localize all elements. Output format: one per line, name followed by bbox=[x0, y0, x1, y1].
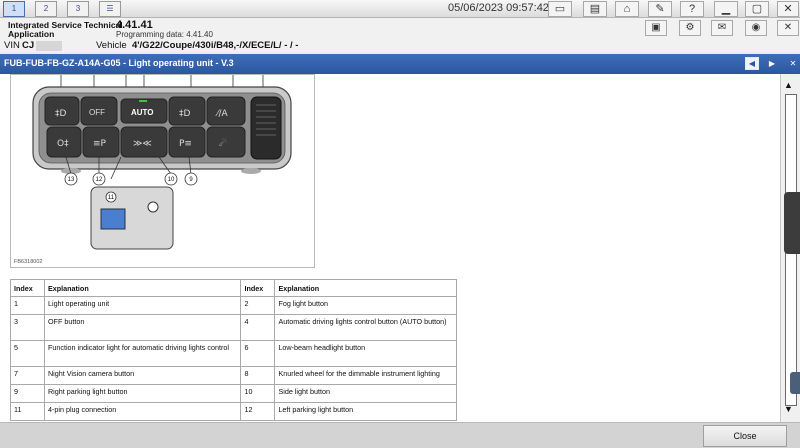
header-index: Index bbox=[240, 279, 276, 297]
document-title: FUB-FUB-FB-GZ-A14A-G05 - Light operating… bbox=[4, 58, 234, 68]
settings-gear-icon[interactable]: ⚙ bbox=[679, 20, 701, 36]
table-row: 1 Light operating unit 2 Fog light butto… bbox=[10, 296, 457, 315]
table-row: 7 Night Vision camera button 8 Knurled w… bbox=[10, 366, 457, 385]
previous-icon[interactable]: ◀ bbox=[745, 57, 759, 70]
cell: Night Vision camera button bbox=[43, 366, 242, 385]
close-button[interactable]: Close bbox=[703, 425, 787, 447]
programming-data: Programming data: 4.41.40 bbox=[116, 30, 213, 39]
scroll-up-icon[interactable]: ▲ bbox=[784, 80, 793, 90]
cell: Left parking light button bbox=[274, 402, 457, 421]
svg-text:≫≪: ≫≪ bbox=[133, 139, 152, 149]
cell: 10 bbox=[240, 384, 276, 403]
vin-redacted bbox=[36, 41, 62, 51]
table-row: 3 OFF button 4 Automatic driving lights … bbox=[10, 314, 457, 341]
mail-icon[interactable]: ✉ bbox=[711, 20, 733, 36]
help-icon[interactable]: ? bbox=[680, 1, 704, 17]
side-panel-tab-secondary[interactable] bbox=[790, 372, 800, 394]
close-document-icon[interactable]: ✕ bbox=[786, 57, 800, 70]
cell: 6 bbox=[240, 340, 276, 367]
app-name-line2: Application bbox=[8, 29, 55, 39]
light-operating-unit-figure: OFF AUTO ‡D ‡D ⁄∕A O‡ ≡P ≫≪ P≡ ☄ 13 12 1… bbox=[10, 74, 315, 268]
wrench-icon[interactable]: ✎ bbox=[648, 1, 672, 17]
header-index: Index bbox=[10, 279, 45, 297]
air-icon[interactable]: ◉ bbox=[745, 20, 767, 36]
off-label: OFF bbox=[89, 108, 105, 117]
datetime-display: 05/06/2023 09:57:42 bbox=[448, 2, 549, 14]
svg-text:O‡: O‡ bbox=[57, 139, 69, 149]
workshop-icon[interactable]: ⌂ bbox=[615, 1, 639, 17]
vehicle-info-row: VIN CJ Vehicle 4'/G22/Coupe/430i/B48,-/X… bbox=[0, 40, 800, 52]
auto-label: AUTO bbox=[131, 108, 154, 117]
cell: 12 bbox=[240, 402, 276, 421]
cell: Function indicator light for automatic d… bbox=[43, 340, 242, 367]
close-window-icon[interactable]: ✕ bbox=[777, 1, 799, 17]
vin-value: CJ bbox=[22, 40, 35, 51]
tab-3[interactable]: 3 bbox=[67, 1, 89, 17]
cell: Knurled wheel for the dimmable instrumen… bbox=[274, 366, 457, 385]
cell: 3 bbox=[10, 314, 45, 341]
cell: 5 bbox=[10, 340, 45, 367]
side-panel-tab[interactable] bbox=[784, 192, 800, 254]
maximize-icon[interactable]: ▢ bbox=[745, 1, 769, 17]
top-toolbar: 1 2 3 ☰ 05/06/2023 09:57:42 ▭ ▤ ⌂ ✎ ? ▁ … bbox=[0, 0, 800, 18]
explanation-table: Index Explanation Index Explanation 1 Li… bbox=[10, 279, 457, 421]
cell: 1 bbox=[10, 296, 45, 315]
table-row: 9 Right parking light button 10 Side lig… bbox=[10, 384, 457, 403]
svg-text:‡D: ‡D bbox=[179, 109, 191, 119]
cell: 4 bbox=[240, 314, 276, 341]
cell: 7 bbox=[10, 366, 45, 385]
cell: 2 bbox=[240, 296, 276, 315]
app-info: Integrated Service Technical Application… bbox=[0, 18, 800, 40]
document-header: FUB-FUB-FB-GZ-A14A-G05 - Light operating… bbox=[0, 54, 800, 74]
bottom-bar: Close bbox=[0, 422, 800, 448]
vin-label: VIN bbox=[4, 40, 20, 51]
table-row: 5 Function indicator light for automatic… bbox=[10, 340, 457, 367]
header-explanation: Explanation bbox=[43, 279, 242, 297]
table-row: 11 4-pin plug connection 12 Left parking… bbox=[10, 402, 457, 421]
svg-text:☄: ☄ bbox=[219, 138, 227, 149]
battery-icon[interactable]: ▭ bbox=[548, 1, 572, 17]
callout-12: 12 bbox=[96, 177, 103, 183]
cell: 4-pin plug connection bbox=[43, 402, 242, 421]
list-view-icon[interactable]: ☰ bbox=[99, 1, 121, 17]
cell: Light operating unit bbox=[43, 296, 242, 315]
cell: 9 bbox=[10, 384, 45, 403]
cell: Low-beam headlight button bbox=[274, 340, 457, 367]
display-icon[interactable]: ▣ bbox=[645, 20, 667, 36]
vehicle-label: Vehicle bbox=[96, 40, 127, 51]
table-header-row: Index Explanation Index Explanation bbox=[10, 279, 457, 297]
figure-id: FB6318002 bbox=[14, 259, 43, 265]
header-explanation: Explanation bbox=[274, 279, 457, 297]
callout-11: 11 bbox=[108, 195, 115, 201]
close-session-icon[interactable]: ✕ bbox=[777, 20, 799, 36]
cell: 11 bbox=[10, 402, 45, 421]
callout-10: 10 bbox=[168, 177, 175, 183]
svg-text:⁄∕A: ⁄∕A bbox=[215, 109, 229, 119]
scroll-down-icon[interactable]: ▼ bbox=[784, 404, 793, 414]
next-icon[interactable]: ▶ bbox=[765, 57, 779, 70]
svg-text:‡D: ‡D bbox=[55, 109, 67, 119]
cell: Fog light button bbox=[274, 296, 457, 315]
cell: OFF button bbox=[43, 314, 242, 341]
cell: 8 bbox=[240, 366, 276, 385]
operating-unit-drawing: OFF AUTO ‡D ‡D ⁄∕A O‡ ≡P ≫≪ P≡ ☄ 13 12 1… bbox=[32, 75, 292, 250]
callout-13: 13 bbox=[68, 177, 75, 183]
cell: Right parking light button bbox=[43, 384, 242, 403]
svg-text:P≡: P≡ bbox=[179, 139, 192, 149]
cell: Side light button bbox=[274, 384, 457, 403]
cell: Automatic driving lights control button … bbox=[274, 314, 457, 341]
vehicle-value: 4'/G22/Coupe/430i/B48,-/X/ECE/L/ - / - bbox=[132, 40, 299, 51]
tab-2[interactable]: 2 bbox=[35, 1, 57, 17]
document-content: OFF AUTO ‡D ‡D ⁄∕A O‡ ≡P ≫≪ P≡ ☄ 13 12 1… bbox=[0, 74, 780, 422]
svg-text:≡P: ≡P bbox=[93, 139, 107, 149]
document-icon[interactable]: ▤ bbox=[583, 1, 607, 17]
minimize-icon[interactable]: ▁ bbox=[714, 1, 738, 17]
tab-1[interactable]: 1 bbox=[3, 1, 25, 17]
